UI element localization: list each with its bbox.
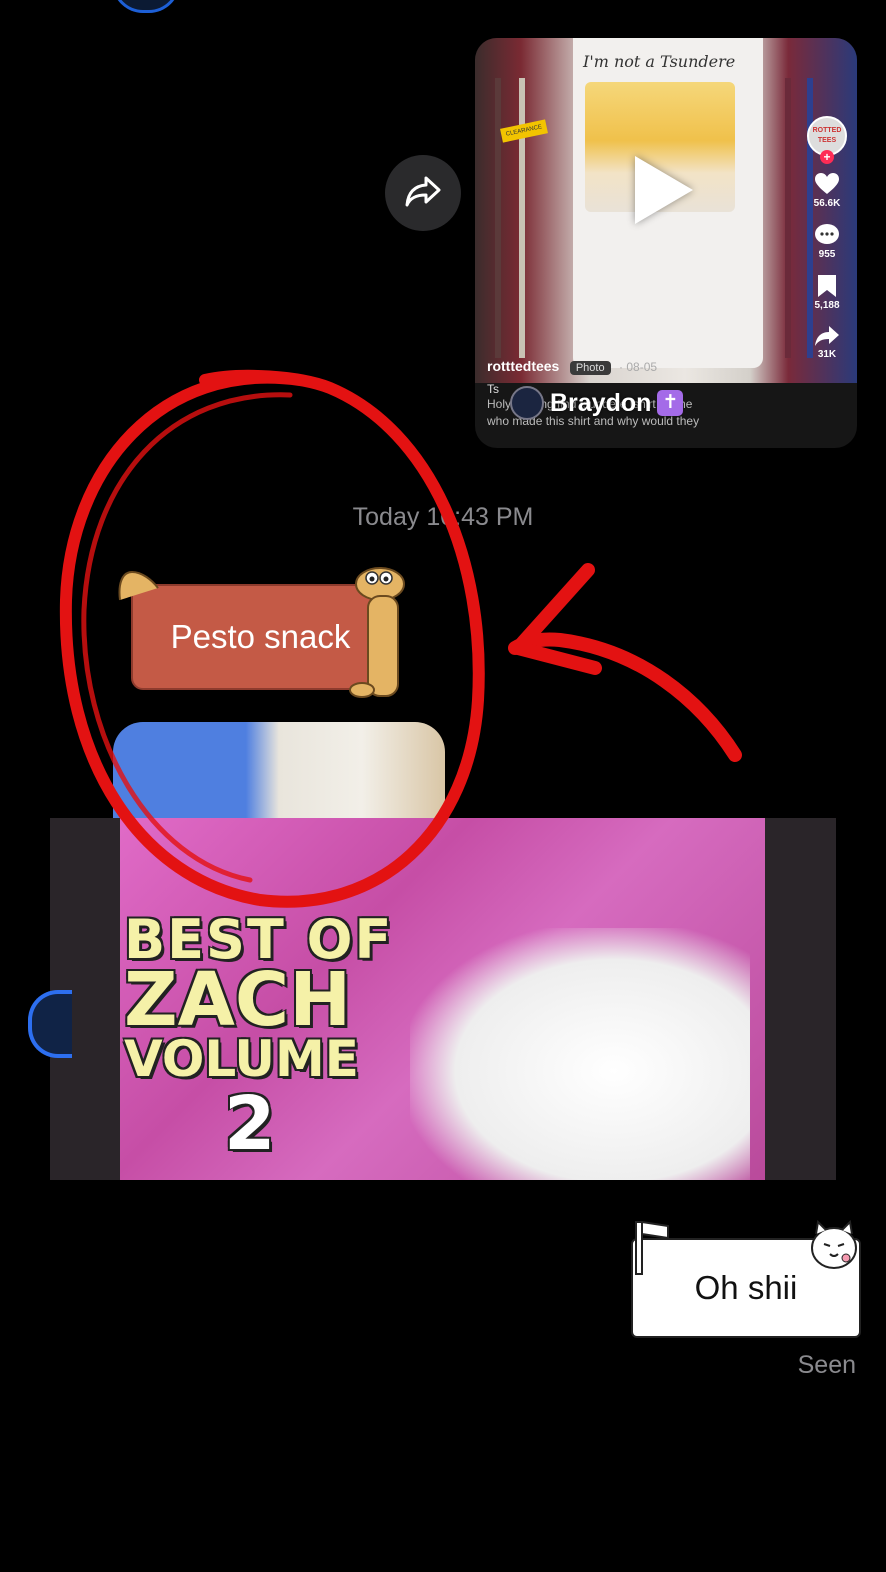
dog-tail-icon (118, 570, 159, 601)
overlay-username: Braydon (550, 388, 652, 417)
shared-image-thumbnail[interactable] (113, 722, 445, 822)
video-thumbnail[interactable]: BEST OF ZACH VOLUME 2 (120, 818, 765, 1180)
share-button[interactable] (385, 155, 461, 231)
message-text: Pesto snack (170, 618, 351, 655)
tiktok-action-rail: ROTTED TEES + 56.6K 955 5,188 31K (807, 116, 847, 374)
bookmark-icon (818, 275, 836, 297)
video-title-line: VOLUME (124, 1029, 359, 1088)
post-date: · 08-05 (619, 360, 658, 374)
chat-screen: I'm not a Tsundere CLEARANCE ROTTED TEES… (0, 0, 886, 1572)
cat-sticker-icon (811, 1219, 857, 1269)
creator-avatar[interactable]: ROTTED TEES + (807, 116, 847, 164)
comment-count: 955 (818, 249, 836, 260)
video-player[interactable]: BEST OF ZACH VOLUME 2 (50, 818, 836, 1180)
follow-plus-icon[interactable]: + (820, 150, 834, 164)
avatar[interactable] (28, 990, 72, 1058)
peace-hand-image (410, 928, 750, 1180)
red-arrow-annotation (508, 632, 742, 762)
video-title: BEST OF ZACH VOLUME 2 (124, 912, 393, 1168)
clothes-rack (495, 78, 501, 358)
play-icon[interactable] (635, 156, 693, 224)
cross-emoji: ✝ (657, 390, 684, 416)
save-count: 5,188 (814, 300, 840, 311)
message-timestamp: Today 10:43 PM (352, 503, 534, 531)
video-title-line: ZACH (124, 957, 352, 1044)
comment-icon (815, 224, 839, 244)
clothes-rack (519, 78, 525, 358)
save-stat[interactable]: 5,188 (807, 274, 847, 311)
shirt-text: I'm not a Tsundere (583, 52, 736, 71)
comment-stat[interactable]: 955 (807, 223, 847, 260)
flag-sticker-icon (635, 1220, 669, 1275)
heart-icon (815, 173, 839, 194)
video-title-line: 2 (224, 1081, 276, 1168)
photo-badge: Photo (569, 361, 611, 375)
share-stat[interactable]: 31K (807, 325, 847, 360)
avatar (510, 386, 544, 420)
like-count: 56.6K (813, 198, 841, 209)
share-arrow-icon (404, 174, 442, 213)
dog-sticker-icon (349, 567, 405, 698)
seen-status: Seen (797, 1351, 856, 1379)
share-icon (815, 326, 839, 346)
tiktok-video-thumbnail[interactable]: I'm not a Tsundere CLEARANCE (475, 38, 857, 383)
message-text: Oh shii (694, 1269, 798, 1306)
share-count: 31K (817, 349, 837, 360)
red-arrow-head (511, 563, 602, 675)
like-stat[interactable]: 56.6K (807, 172, 847, 209)
clothes-rack (785, 78, 791, 358)
avatar[interactable] (112, 0, 180, 13)
creator-avatar-label: ROTTED TEES (812, 127, 842, 144)
tiktok-username[interactable]: rotttedtees (487, 358, 559, 374)
username-overlay: Braydon ✝ (510, 386, 684, 420)
